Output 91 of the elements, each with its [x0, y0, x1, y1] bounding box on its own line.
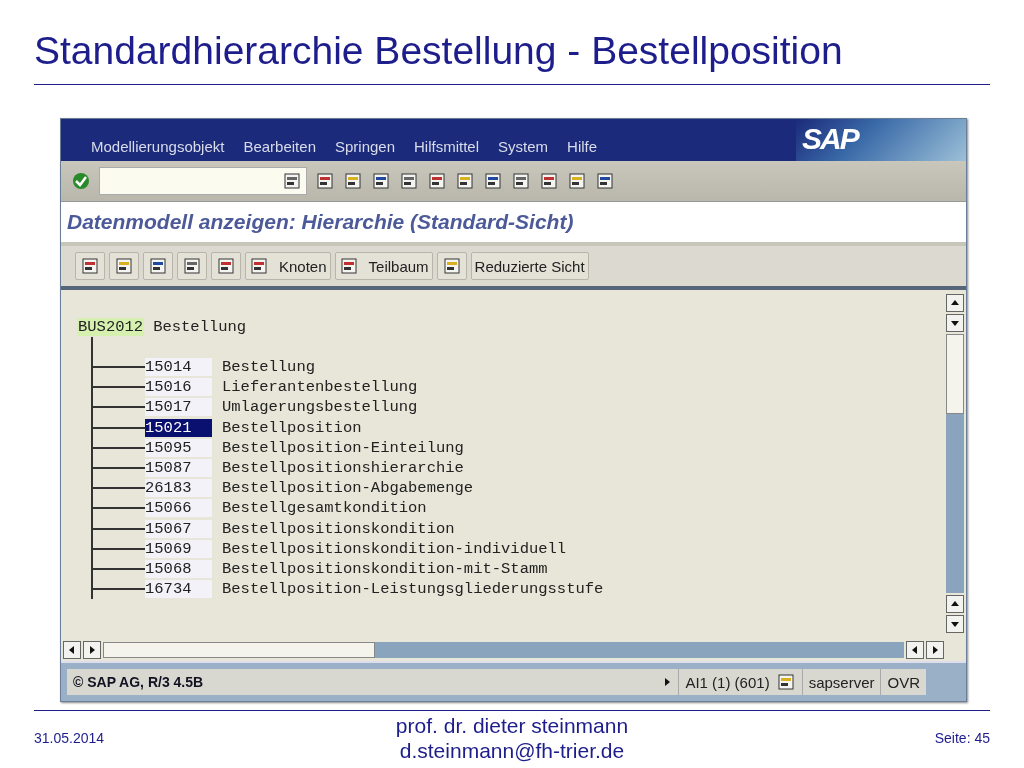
toolbar-icon: [441, 256, 462, 276]
node-id[interactable]: 15066: [145, 499, 212, 518]
status-field: OVR: [880, 669, 926, 695]
toolbar-icon: [399, 171, 419, 191]
node-id[interactable]: 15087: [145, 459, 212, 478]
command-field[interactable]: [99, 167, 307, 195]
toolbar-icon: [567, 171, 587, 191]
node-id[interactable]: 15069: [145, 539, 212, 558]
enter-icon: [71, 171, 91, 191]
scrollbar-thumb[interactable]: [103, 642, 375, 658]
right-arrow-icon: [930, 645, 940, 655]
toolbar-icon: [539, 171, 559, 191]
menu-item[interactable]: Hilfsmittel: [414, 138, 480, 155]
menu-item[interactable]: System: [498, 138, 549, 155]
down-arrow-icon: [950, 318, 960, 328]
node-id[interactable]: 15016: [145, 378, 212, 397]
footer-email: d.steinmann@fh-trier.de: [399, 738, 625, 763]
toolbar-button[interactable]: Teilbaum: [334, 252, 433, 280]
scroll-right-button[interactable]: [83, 641, 101, 659]
menu-item[interactable]: Bearbeiten: [243, 138, 316, 155]
toolbar-icon: [315, 171, 335, 191]
toolbar-button[interactable]: [75, 252, 105, 280]
toolbar-icon: [455, 171, 475, 191]
node-text: Bestellpositionskondition-individuell: [222, 539, 567, 558]
menu-item[interactable]: Hilfe: [567, 138, 598, 155]
toolbar-button[interactable]: Reduzierte Sicht: [470, 252, 589, 280]
node-text: Bestellposition-Abgabemenge: [222, 479, 474, 498]
footer-page: Seite: 45: [934, 730, 990, 746]
node-text: Bestellpositionskondition-mit-Stamm: [222, 559, 548, 578]
scrollbar-thumb[interactable]: [946, 334, 964, 414]
node-id[interactable]: 15068: [145, 559, 212, 578]
scroll-down-button[interactable]: [946, 314, 964, 332]
toolbar-icon: [80, 256, 100, 276]
node-text: Bestellposition-Einteilung: [222, 438, 464, 457]
node-id[interactable]: BUS2012: [77, 318, 145, 336]
node-text: Bestellposition-Leistungsgliederungsstufe: [222, 580, 604, 599]
left-arrow-icon: [67, 645, 77, 655]
list-icon: [775, 672, 796, 692]
session-text: AI1 (1) (601): [685, 673, 770, 691]
scroll-down-button[interactable]: [946, 615, 964, 633]
node-text: Bestellposition: [222, 418, 362, 437]
toolbar-button[interactable]: [211, 252, 241, 280]
scroll-left-button[interactable]: [63, 641, 81, 659]
node-id[interactable]: 15021: [145, 418, 212, 437]
scroll-left-button[interactable]: [906, 641, 924, 659]
toolbar-icon: [427, 171, 447, 191]
node-id[interactable]: 16734: [145, 580, 212, 599]
node-text: Bestellung: [222, 358, 315, 377]
up-arrow-icon: [950, 298, 960, 308]
toolbar-icon: [595, 171, 615, 191]
toolbar-icon: [371, 171, 391, 191]
left-arrow-icon: [910, 645, 920, 655]
scroll-up-button[interactable]: [946, 294, 964, 312]
right-arrow-icon: [87, 645, 97, 655]
toolbar-icon: [114, 256, 134, 276]
footer-date: 31.05.2014: [34, 730, 105, 746]
node-id[interactable]: 26183: [145, 479, 212, 498]
node-text: Bestellgesamtkondition: [222, 499, 427, 518]
screen-title: Datenmodell anzeigen: Hierarchie (Standard-Sicht): [67, 210, 574, 234]
footer-author: prof. dr. dieter steinmann: [395, 713, 629, 738]
node-text: Umlagerungsbestellung: [222, 398, 418, 417]
menu-item[interactable]: Springen: [335, 138, 396, 155]
toolbar-icon: [148, 256, 168, 276]
copyright-text: © SAP AG, R/3 4.5B: [73, 674, 204, 690]
node-id[interactable]: 15014: [145, 358, 212, 377]
toolbar-icon: [343, 171, 363, 191]
toolbar-button[interactable]: [143, 252, 173, 280]
toolbar-icon: [483, 171, 503, 191]
slide-title: Standardhierarchie Bestellung - Bestellposition: [34, 28, 844, 74]
node-id[interactable]: 15017: [145, 398, 212, 417]
logo: SAP: [802, 123, 858, 155]
node-text: Lieferantenbestellung: [222, 378, 418, 397]
toolbar-button[interactable]: Knoten: [245, 252, 331, 280]
toolbar-button[interactable]: [109, 252, 139, 280]
node-id[interactable]: 15095: [145, 438, 212, 457]
node-text: Bestellpositionskondition: [222, 519, 455, 538]
toolbar-button[interactable]: [436, 252, 467, 280]
up-arrow-icon: [950, 599, 960, 609]
node-text: Bestellung: [153, 318, 247, 336]
toolbar-button[interactable]: [177, 252, 207, 280]
menu-item[interactable]: Modellierungsobjekt: [91, 138, 225, 155]
toolbar-icon: [182, 256, 202, 276]
status-field: sapserver: [801, 669, 881, 695]
scroll-up-button[interactable]: [946, 595, 964, 613]
down-arrow-icon: [950, 619, 960, 629]
toolbar-icon: [216, 256, 236, 276]
node-id[interactable]: 15067: [145, 519, 212, 538]
toolbar-icon: [511, 171, 531, 191]
field-icon: [282, 171, 302, 191]
node-text: Bestellpositionshierarchie: [222, 459, 464, 478]
scroll-right-button[interactable]: [926, 641, 944, 659]
